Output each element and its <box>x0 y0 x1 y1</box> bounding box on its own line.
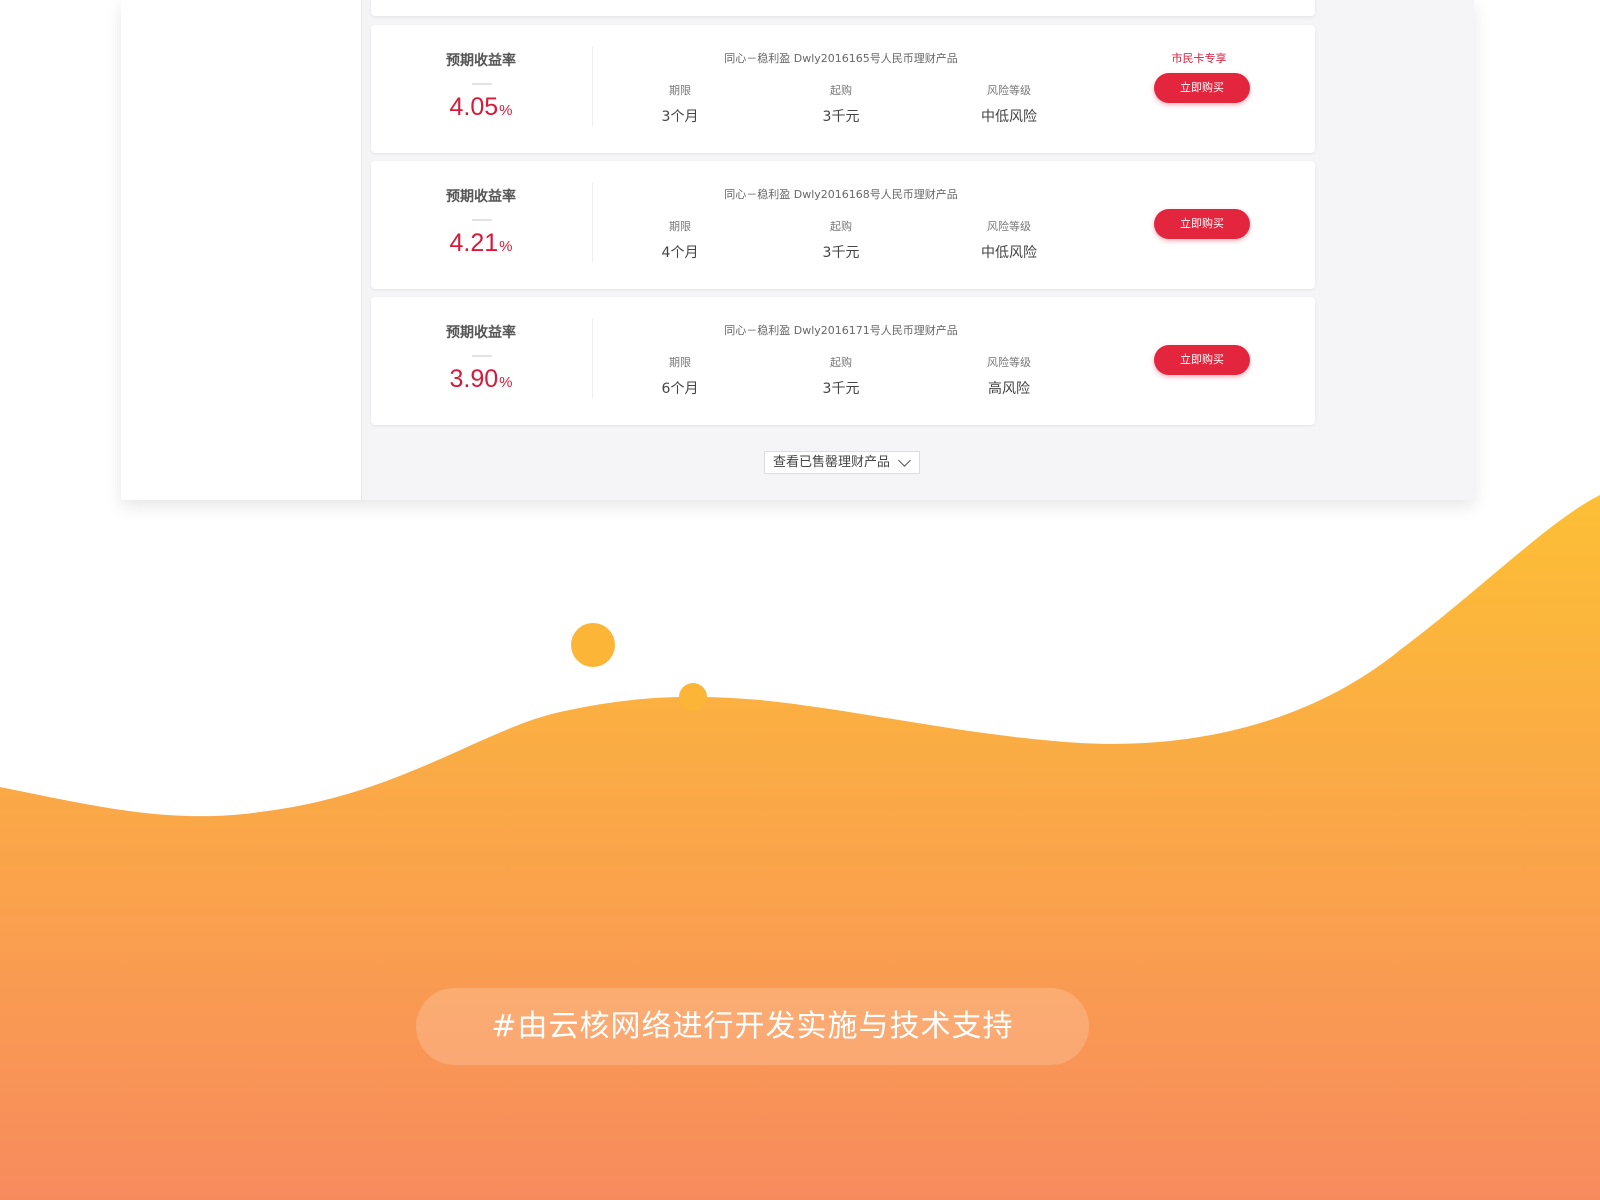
expected-return-value: 4.05% <box>371 93 591 122</box>
rate-unit: % <box>499 374 513 391</box>
view-sold-out-label: 查看已售罄理财产品 <box>773 455 891 470</box>
expected-return-value: 3.90% <box>371 365 591 394</box>
buy-now-button[interactable]: 立即购买 <box>1154 73 1250 103</box>
rate-unit: % <box>499 238 513 255</box>
term-label: 期限 <box>669 356 691 369</box>
chevron-down-icon <box>898 454 911 467</box>
product-card: 预期收益率 3.90% 同心－稳利盈 Dwly2016171号人民币理财产品 期… <box>371 297 1315 425</box>
expected-return-label: 预期收益率 <box>446 53 516 69</box>
risk-level-value: 中低风险 <box>981 109 1037 125</box>
min-purchase-value: 3千元 <box>822 245 860 261</box>
min-purchase-value: 3千元 <box>822 381 860 397</box>
rate-unit: % <box>499 102 513 119</box>
min-purchase-attribute: 起购 3千元 <box>781 354 901 398</box>
product-card: 预期收益率 4.05% 同心－稳利盈 Dwly2016165号人民币理财产品 期… <box>371 25 1315 153</box>
min-purchase-label: 起购 <box>830 220 852 233</box>
product-card-partial <box>371 0 1315 16</box>
term-attribute: 期限 3个月 <box>620 82 740 126</box>
expected-return-value: 4.21% <box>371 229 591 258</box>
rate-divider <box>472 219 492 221</box>
risk-level-attribute: 风险等级 高风险 <box>949 354 1069 398</box>
risk-level-value: 中低风险 <box>981 245 1037 261</box>
min-purchase-value: 3千元 <box>822 109 860 125</box>
term-attribute: 期限 6个月 <box>620 354 740 398</box>
product-name: 同心－稳利盈 Dwly2016168号人民币理财产品 <box>724 188 958 201</box>
term-value: 6个月 <box>661 381 699 397</box>
citizen-card-exclusive-tag: 市民卡专享 <box>1171 52 1227 65</box>
min-purchase-attribute: 起购 3千元 <box>781 218 901 262</box>
product-card: 预期收益率 4.21% 同心－稳利盈 Dwly2016168号人民币理财产品 期… <box>371 161 1315 289</box>
view-sold-out-products-button[interactable]: 查看已售罄理财产品 <box>764 451 920 474</box>
tech-support-text: #由云核网络进行开发实施与技术支持 <box>491 1009 1014 1044</box>
risk-level-attribute: 风险等级 中低风险 <box>949 82 1069 126</box>
term-label: 期限 <box>669 220 691 233</box>
rate-divider <box>472 83 492 85</box>
risk-level-label: 风险等级 <box>987 220 1031 233</box>
min-purchase-attribute: 起购 3千元 <box>781 82 901 126</box>
sidebar <box>121 0 362 500</box>
expected-return-block: 预期收益率 4.05% <box>371 25 591 153</box>
decorative-dot-small <box>679 683 707 711</box>
product-name: 同心－稳利盈 Dwly2016171号人民币理财产品 <box>724 324 958 337</box>
risk-level-attribute: 风险等级 中低风险 <box>949 218 1069 262</box>
tech-support-banner: #由云核网络进行开发实施与技术支持 <box>416 988 1089 1065</box>
term-label: 期限 <box>669 84 691 97</box>
risk-level-value: 高风险 <box>988 381 1030 397</box>
term-value: 3个月 <box>661 109 699 125</box>
decorative-dot-large <box>571 623 615 667</box>
risk-level-label: 风险等级 <box>987 84 1031 97</box>
buy-now-button[interactable]: 立即购买 <box>1154 345 1250 375</box>
min-purchase-label: 起购 <box>830 84 852 97</box>
term-attribute: 期限 4个月 <box>620 218 740 262</box>
rate-divider <box>472 355 492 357</box>
expected-return-block: 预期收益率 3.90% <box>371 297 591 425</box>
min-purchase-label: 起购 <box>830 356 852 369</box>
term-value: 4个月 <box>661 245 699 261</box>
rate-number: 4.05 <box>449 93 499 121</box>
expected-return-block: 预期收益率 4.21% <box>371 161 591 289</box>
orange-wave-shape <box>0 495 1600 1200</box>
risk-level-label: 风险等级 <box>987 356 1031 369</box>
expected-return-label: 预期收益率 <box>446 325 516 341</box>
expected-return-label: 预期收益率 <box>446 189 516 205</box>
rate-number: 4.21 <box>449 229 499 257</box>
buy-now-button[interactable]: 立即购买 <box>1154 209 1250 239</box>
rate-number: 3.90 <box>449 365 499 393</box>
product-name: 同心－稳利盈 Dwly2016165号人民币理财产品 <box>724 52 958 65</box>
